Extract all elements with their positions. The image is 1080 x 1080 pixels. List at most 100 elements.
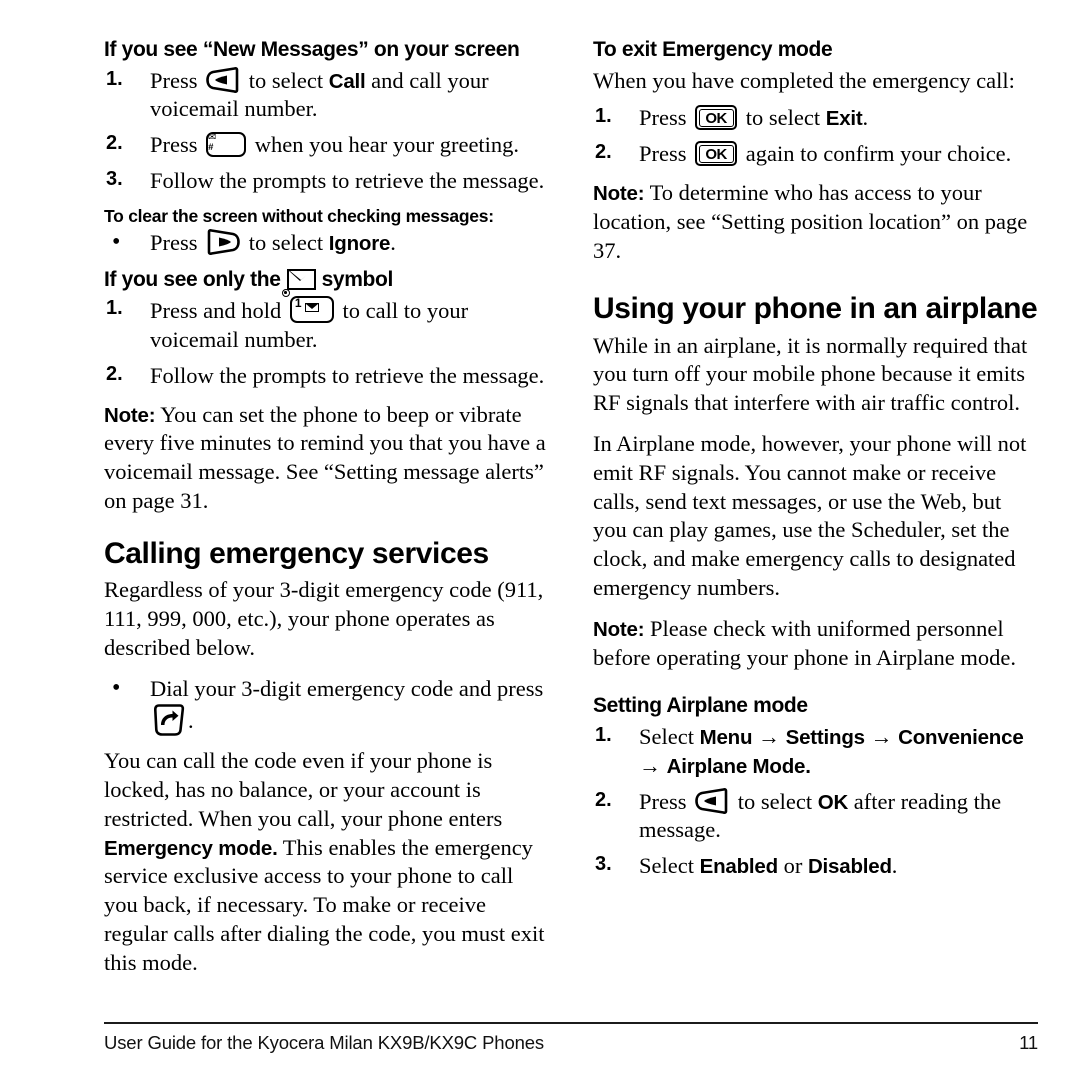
step-text-bold: Exit <box>825 107 863 131</box>
list-item: 3. Follow the prompts to retrieve the me… <box>104 167 551 196</box>
para-emergency-intro: Regardless of your 3-digit emergency cod… <box>104 577 544 660</box>
arrow-icon: → <box>870 723 893 749</box>
ok-key-icon: OK <box>695 141 738 167</box>
bullet-text-pre: Dial your 3-digit emergency code and pre… <box>150 675 544 701</box>
page-number: 11 <box>1019 1032 1038 1053</box>
step-text-pre: Press <box>639 141 687 167</box>
menu-path-item-settings: Settings <box>785 725 865 749</box>
heading-envelope-pre: If you see only the <box>104 267 281 291</box>
menu-path-item-menu: Menu <box>699 725 753 749</box>
list-item: 3. Select Enabled or Disabled. <box>593 852 1040 881</box>
para-emergency-body: You can call the code even if your phone… <box>104 747 551 977</box>
note-text: Please check with uniformed personnel be… <box>593 615 1016 670</box>
step-text-pre: Press <box>150 67 198 93</box>
heading-envelope-symbol: If you see only the symbol <box>104 268 551 292</box>
ok-key-icon: OK <box>695 105 738 131</box>
step-text-post: . <box>891 853 898 879</box>
arrow-icon: → <box>639 752 661 778</box>
note-text: You can set the phone to beep or vibrate… <box>104 401 546 513</box>
step-text-mid: to select <box>745 105 821 131</box>
steps-new-messages: 1. Press to select Call and call your vo… <box>104 66 551 196</box>
bullet-text-mid: to select <box>248 229 324 255</box>
step-number: 1. <box>595 723 612 746</box>
manual-page: If you see “New Messages” on your screen… <box>0 0 1080 1080</box>
step-text-mid: or <box>783 853 803 879</box>
para-emergency-bold: Emergency mode. <box>104 836 278 860</box>
list-item: 1. Select Menu → Settings → Convenience … <box>593 723 1040 781</box>
step-number: 2. <box>595 141 612 164</box>
list-item: • Press to select Ignore. <box>104 229 551 258</box>
list-item: 2. Follow the prompts to retrieve the me… <box>104 362 551 391</box>
bullet-list-dial: • Dial your 3-digit emergency code and p… <box>104 675 551 738</box>
list-item: 1. Press to select Call and call your vo… <box>104 66 551 125</box>
left-column: If you see “New Messages” on your screen… <box>104 38 551 998</box>
heading-envelope-post: symbol <box>321 267 394 291</box>
step-text-mid: to select <box>737 788 813 814</box>
page-footer: User Guide for the Kyocera Milan KX9B/KX… <box>104 1022 1038 1054</box>
step-number: 2. <box>106 132 123 155</box>
menu-path-item-convenience: Convenience <box>898 725 1024 749</box>
heading-using-phone-airplane: Using your phone in an airplane <box>593 292 1038 326</box>
right-column: To exit Emergency mode When you have com… <box>593 38 1040 998</box>
step-text-post: . <box>862 105 869 131</box>
footer-title: User Guide for the Kyocera Milan KX9B/KX… <box>104 1032 544 1053</box>
note-text: To determine who has access to your loca… <box>593 179 1028 263</box>
step-text-mid: when you hear your greeting. <box>254 132 520 158</box>
step-text-pre: Follow the prompts to retrieve the messa… <box>150 167 545 193</box>
steps-envelope: 1. Press and hold 1 to call to your voic… <box>104 289 551 391</box>
step-text-bold: Call <box>328 69 366 93</box>
step-number: 1. <box>106 297 123 320</box>
note-label: Note: <box>104 403 156 427</box>
step-text-pre: Follow the prompts to retrieve the messa… <box>150 362 545 388</box>
step-text-bold-enabled: Enabled <box>699 855 779 879</box>
left-softkey-icon <box>695 787 729 814</box>
heading-setting-airplane-mode: Setting Airplane mode <box>593 694 808 718</box>
footer-row: User Guide for the Kyocera Milan KX9B/KX… <box>104 1032 1038 1054</box>
list-item: 2. Press to select OK after reading the … <box>593 787 1040 846</box>
right-softkey-icon <box>206 228 240 255</box>
steps-exit-emergency: 1. Press OK to select Exit. 2. Press OK … <box>593 104 1040 169</box>
step-number: 3. <box>106 167 123 190</box>
bullet-dot: • <box>112 674 121 701</box>
list-item: 1. Press OK to select Exit. <box>593 104 1040 133</box>
step-number: 1. <box>595 105 612 128</box>
para-exit-intro: When you have completed the emergency ca… <box>593 67 1015 93</box>
arrow-icon: → <box>757 723 780 749</box>
note-uniformed: Note: Please check with uniformed person… <box>593 615 1040 673</box>
two-column-layout: If you see “New Messages” on your screen… <box>104 38 1040 998</box>
bullet-text-bold: Ignore <box>328 231 391 255</box>
step-text-bold-disabled: Disabled <box>807 855 892 879</box>
voicemail-one-key-icon: 1 <box>281 289 334 324</box>
step-text-mid: again to confirm your choice. <box>745 141 1012 167</box>
note-location: Note: To determine who has access to you… <box>593 179 1040 265</box>
step-text-pre: Press <box>639 105 687 131</box>
step-number: 2. <box>595 788 612 811</box>
menu-path-item-airplane-mode: Airplane Mode. <box>666 754 811 778</box>
list-item: 2. Press OK again to confirm your choice… <box>593 140 1040 169</box>
bullet-text-post: . <box>390 229 396 255</box>
left-softkey-icon <box>206 66 240 93</box>
note-label: Note: <box>593 181 645 205</box>
step-number: 2. <box>106 362 123 385</box>
envelope-icon <box>286 268 316 290</box>
list-item: • Dial your 3-digit emergency code and p… <box>104 675 551 738</box>
bullet-text-pre: Press <box>150 229 198 255</box>
bullet-dot: • <box>112 228 121 255</box>
note-label: Note: <box>593 617 645 641</box>
step-number: 3. <box>595 853 612 876</box>
heading-to-exit-emergency-mode: To exit Emergency mode <box>593 38 833 61</box>
step-number: 1. <box>106 67 123 90</box>
minor-heading-clear-screen: To clear the screen without checking mes… <box>104 205 494 226</box>
steps-setting-airplane: 1. Select Menu → Settings → Convenience … <box>593 723 1040 881</box>
step-text-pre: Press <box>150 132 198 158</box>
step-text-pre: Press and hold <box>150 298 282 324</box>
step-text-pre: Select <box>639 723 694 749</box>
step-text-mid: to select <box>248 67 324 93</box>
para-airplane-1: While in an airplane, it is normally req… <box>593 332 1028 416</box>
list-item: 2. Press ✉# SPACE when you hear your gre… <box>104 126 551 160</box>
bullet-text-post: . <box>188 708 194 734</box>
bullet-list-ignore: • Press to select Ignore. <box>104 229 551 258</box>
step-text-pre: Press <box>639 788 687 814</box>
note-voicemail: Note: You can set the phone to beep or v… <box>104 401 551 516</box>
footer-divider <box>104 1022 1038 1024</box>
